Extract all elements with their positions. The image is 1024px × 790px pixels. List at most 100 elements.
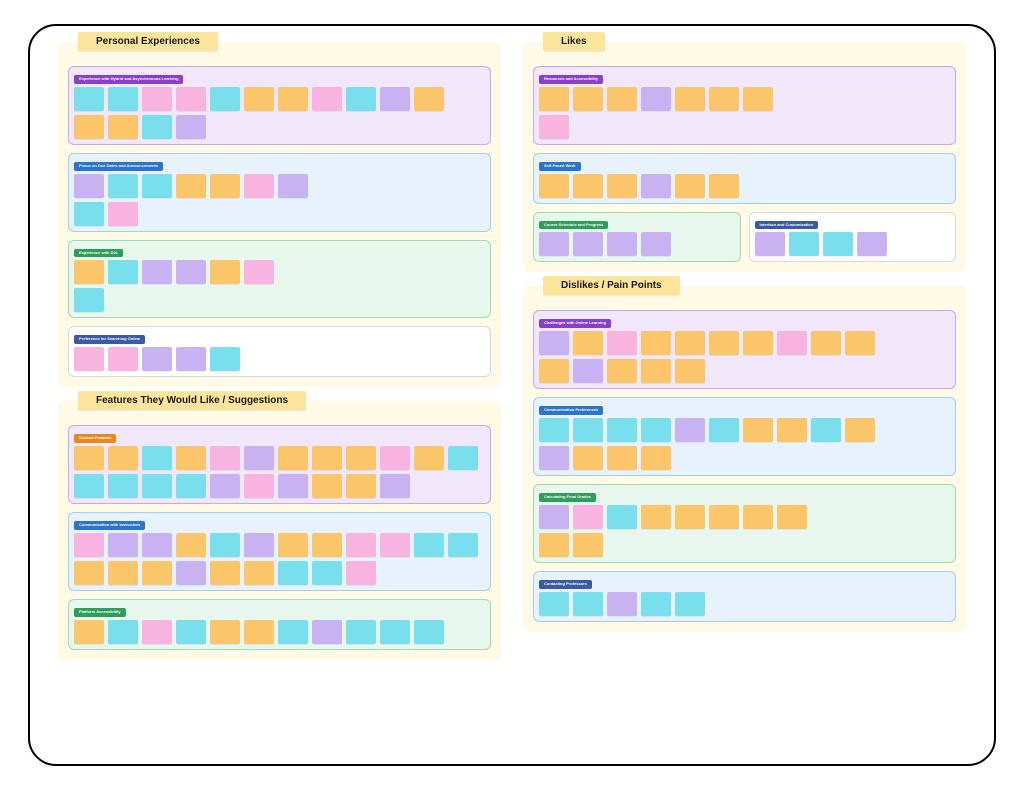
- sticky-note[interactable]: [607, 505, 637, 529]
- sticky-note[interactable]: [244, 446, 274, 470]
- sticky-note[interactable]: [108, 115, 138, 139]
- sticky-note[interactable]: [607, 592, 637, 616]
- cluster-label[interactable]: Platform Accessibility: [74, 608, 126, 617]
- cluster-label[interactable]: Interface and Customization: [755, 221, 819, 230]
- sticky-note[interactable]: [539, 331, 569, 355]
- sticky-note[interactable]: [675, 505, 705, 529]
- sticky-note[interactable]: [210, 474, 240, 498]
- sticky-note[interactable]: [380, 474, 410, 498]
- sticky-note[interactable]: [777, 418, 807, 442]
- sticky-note[interactable]: [641, 331, 671, 355]
- sticky-note[interactable]: [108, 561, 138, 585]
- sticky-note[interactable]: [380, 446, 410, 470]
- sticky-note[interactable]: [108, 474, 138, 498]
- sticky-note[interactable]: [743, 87, 773, 111]
- sticky-note[interactable]: [312, 561, 342, 585]
- sticky-note[interactable]: [176, 87, 206, 111]
- sticky-note[interactable]: [244, 260, 274, 284]
- sticky-note[interactable]: [210, 446, 240, 470]
- cluster-label[interactable]: Experience with D2L: [74, 249, 123, 258]
- cluster[interactable]: Experience with D2L: [68, 240, 491, 319]
- sticky-note[interactable]: [448, 533, 478, 557]
- sticky-note[interactable]: [176, 620, 206, 644]
- sticky-note[interactable]: [142, 174, 172, 198]
- sticky-note[interactable]: [346, 620, 376, 644]
- sticky-note[interactable]: [414, 87, 444, 111]
- cluster[interactable]: Contacting Professors: [533, 571, 956, 622]
- sticky-note[interactable]: [709, 174, 739, 198]
- sticky-note[interactable]: [278, 446, 308, 470]
- sticky-note[interactable]: [789, 232, 819, 256]
- cluster[interactable]: Resources and Accessibility: [533, 66, 956, 145]
- sticky-note[interactable]: [380, 533, 410, 557]
- sticky-note[interactable]: [312, 474, 342, 498]
- sticky-note[interactable]: [108, 446, 138, 470]
- sticky-note[interactable]: [142, 115, 172, 139]
- sticky-note[interactable]: [108, 620, 138, 644]
- sticky-note[interactable]: [74, 347, 104, 371]
- sticky-note[interactable]: [641, 446, 671, 470]
- sticky-note[interactable]: [210, 174, 240, 198]
- cluster[interactable]: Challenges with Online Learning: [533, 310, 956, 389]
- sticky-note[interactable]: [244, 561, 274, 585]
- sticky-note[interactable]: [641, 232, 671, 256]
- cluster-label[interactable]: Experience with Hybrid and Asynchronous …: [74, 75, 183, 84]
- sticky-note[interactable]: [641, 418, 671, 442]
- cluster-label[interactable]: Communication with Instructors: [74, 521, 145, 530]
- sticky-note[interactable]: [108, 174, 138, 198]
- sticky-note[interactable]: [743, 418, 773, 442]
- sticky-note[interactable]: [380, 620, 410, 644]
- sticky-note[interactable]: [573, 505, 603, 529]
- cluster-label[interactable]: Contacting Professors: [539, 580, 592, 589]
- sticky-note[interactable]: [346, 533, 376, 557]
- sticky-note[interactable]: [777, 331, 807, 355]
- sticky-note[interactable]: [176, 474, 206, 498]
- sticky-note[interactable]: [142, 620, 172, 644]
- sticky-note[interactable]: [607, 331, 637, 355]
- sticky-note[interactable]: [448, 446, 478, 470]
- sticky-note[interactable]: [176, 446, 206, 470]
- sticky-note[interactable]: [539, 592, 569, 616]
- cluster[interactable]: Communication Preferences: [533, 397, 956, 476]
- sticky-note[interactable]: [176, 347, 206, 371]
- sticky-note[interactable]: [278, 533, 308, 557]
- sticky-note[interactable]: [811, 331, 841, 355]
- sticky-note[interactable]: [743, 331, 773, 355]
- sticky-note[interactable]: [142, 561, 172, 585]
- sticky-note[interactable]: [312, 446, 342, 470]
- sticky-note[interactable]: [210, 620, 240, 644]
- sticky-note[interactable]: [74, 174, 104, 198]
- sticky-note[interactable]: [346, 474, 376, 498]
- sticky-note[interactable]: [414, 533, 444, 557]
- sticky-note[interactable]: [74, 260, 104, 284]
- sticky-note[interactable]: [675, 331, 705, 355]
- sticky-note[interactable]: [709, 87, 739, 111]
- sticky-note[interactable]: [278, 474, 308, 498]
- sticky-note[interactable]: [74, 446, 104, 470]
- sticky-note[interactable]: [414, 446, 444, 470]
- sticky-note[interactable]: [176, 174, 206, 198]
- sticky-note[interactable]: [641, 174, 671, 198]
- sticky-note[interactable]: [74, 87, 104, 111]
- cluster-label[interactable]: Desired Features: [74, 434, 116, 443]
- sticky-note[interactable]: [573, 359, 603, 383]
- sticky-note[interactable]: [176, 561, 206, 585]
- sticky-note[interactable]: [675, 359, 705, 383]
- sticky-note[interactable]: [573, 87, 603, 111]
- sticky-note[interactable]: [607, 174, 637, 198]
- sticky-note[interactable]: [823, 232, 853, 256]
- sticky-note[interactable]: [641, 359, 671, 383]
- sticky-note[interactable]: [539, 232, 569, 256]
- sticky-note[interactable]: [142, 347, 172, 371]
- sticky-note[interactable]: [346, 561, 376, 585]
- sticky-note[interactable]: [74, 474, 104, 498]
- sticky-note[interactable]: [845, 331, 875, 355]
- sticky-note[interactable]: [675, 592, 705, 616]
- sticky-note[interactable]: [573, 533, 603, 557]
- sticky-note[interactable]: [709, 331, 739, 355]
- sticky-note[interactable]: [641, 87, 671, 111]
- cluster-label[interactable]: Course Schedule and Progress: [539, 221, 608, 230]
- cluster[interactable]: Platform Accessibility: [68, 599, 491, 650]
- sticky-note[interactable]: [755, 232, 785, 256]
- cluster-label[interactable]: Challenges with Online Learning: [539, 319, 611, 328]
